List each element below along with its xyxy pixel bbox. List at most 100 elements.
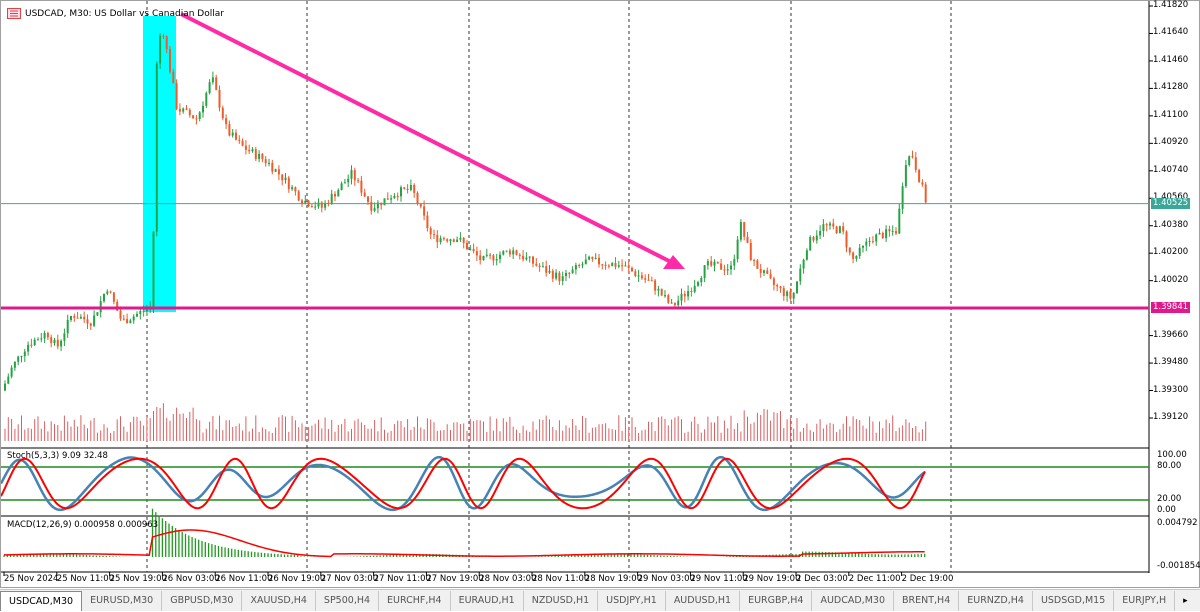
candle-body — [367, 196, 369, 202]
candle-body — [495, 259, 498, 261]
chart-canvas[interactable] — [1, 1, 1200, 589]
candle-body — [228, 124, 231, 136]
candle-body — [551, 270, 554, 279]
candle-body — [888, 229, 891, 232]
macd-signal-line — [3, 529, 925, 558]
candle-body — [687, 291, 690, 297]
candle-body — [578, 265, 581, 267]
candle-body — [231, 132, 234, 136]
chart-window-icon — [7, 8, 21, 19]
tab-audcad-m30[interactable]: AUDCAD,M30 — [812, 590, 894, 611]
tab-gbpusd-m30[interactable]: GBPUSD,M30 — [162, 590, 243, 611]
candle-body — [878, 232, 881, 235]
candle-body — [264, 159, 267, 164]
candle-body — [607, 265, 610, 267]
tab-xauusd-h4[interactable]: XAUUSD,H4 — [242, 590, 316, 611]
candle-body — [271, 162, 274, 172]
tab-eurusd-m30[interactable]: EURUSD,M30 — [82, 590, 163, 611]
candle-body — [426, 215, 429, 229]
candle-body — [439, 238, 442, 243]
candle-body — [588, 256, 591, 260]
candle-body — [512, 250, 515, 255]
candle-body — [142, 311, 145, 313]
candle-body — [598, 257, 600, 265]
candle-body — [363, 192, 366, 197]
stoch-axis-label: 100.00 — [1157, 450, 1187, 460]
candle-body — [624, 265, 627, 267]
tab-usdcad-m30[interactable]: USDCAD,M30 — [0, 590, 83, 611]
tab-brent-h4[interactable]: BRENT,H4 — [894, 590, 960, 611]
tab-usdsgd-m15[interactable]: USDSGD,M15 — [1033, 590, 1115, 611]
candle-body — [571, 269, 574, 274]
tab-sp500-h4[interactable]: SP500,H4 — [316, 590, 380, 611]
tab-usdjpy-h1[interactable]: USDJPY,H1 — [598, 590, 666, 611]
candle-body — [921, 182, 924, 185]
candle-body — [875, 234, 878, 242]
candle-body — [452, 239, 455, 242]
candle-body — [244, 145, 247, 150]
candle-body — [538, 265, 541, 267]
price-tick-label: 1.40920 — [1153, 137, 1189, 148]
candle-body — [657, 288, 660, 291]
candle-body — [126, 318, 129, 324]
tab-euraud-h1[interactable]: EURAUD,H1 — [451, 590, 524, 611]
candle-body — [165, 36, 168, 50]
chart-tabs: USDCAD,M30 EURUSD,M30 GBPUSD,M30 XAUUSD,H4 S… — [0, 589, 1200, 611]
candle-body — [868, 241, 871, 243]
tab-eurnzd-h4[interactable]: EURNZD,H4 — [959, 590, 1033, 611]
candle-body — [20, 356, 23, 358]
candle-body — [63, 333, 66, 341]
candle-body — [254, 149, 257, 159]
candle-body — [314, 206, 317, 208]
chart-title: USDCAD, M30: US Dollar vs Canadian Dolla… — [7, 8, 224, 19]
candle-body — [155, 63, 158, 232]
candle-body — [462, 237, 465, 243]
candle-body — [545, 266, 548, 273]
candle-body — [673, 302, 676, 306]
candle-body — [720, 263, 723, 270]
tab-eurchf-h4[interactable]: EURCHF,H4 — [379, 590, 451, 611]
candle-body — [766, 270, 769, 274]
candle-body — [885, 229, 888, 239]
tab-audusd-h1[interactable]: AUDUSD,H1 — [666, 590, 741, 611]
candle-body — [475, 251, 478, 256]
candle-body — [660, 288, 663, 296]
candle-body — [225, 118, 228, 125]
candle-body — [172, 71, 175, 84]
candle-body — [291, 187, 294, 190]
price-tick-label: 1.41640 — [1153, 27, 1189, 38]
candle-body — [515, 250, 518, 255]
candle-body — [343, 182, 346, 184]
candle-body — [396, 196, 399, 198]
candle-body — [700, 277, 703, 283]
candle-body — [27, 344, 30, 352]
candle-body — [433, 234, 435, 236]
candle-body — [532, 256, 534, 264]
candle-body — [46, 333, 49, 338]
candle-body — [904, 165, 907, 187]
candle-body — [403, 187, 406, 189]
candle-body — [83, 316, 86, 320]
candle-body — [469, 248, 472, 250]
candle-body — [93, 315, 96, 326]
price-tick-label: 1.40380 — [1153, 219, 1189, 230]
tab-nzdusd-h1[interactable]: NZDUSD,H1 — [524, 590, 599, 611]
chevron-right-icon[interactable]: ▸ — [1183, 596, 1188, 606]
candle-body — [561, 276, 564, 282]
candle-body — [248, 149, 251, 152]
candle-body — [132, 316, 135, 321]
tab-eurjpy-h[interactable]: EURJPY,H — [1114, 590, 1176, 611]
candle-body — [654, 280, 657, 291]
candle-body — [852, 252, 855, 259]
chart-window[interactable]: USDCAD, M30: US Dollar vs Canadian Dolla… — [0, 0, 1200, 588]
tab-eurgbp-h4[interactable]: EURGBP,H4 — [740, 590, 813, 611]
candle-body — [528, 256, 531, 258]
candle-body — [822, 224, 825, 231]
stoch-axis-label: 80.00 — [1157, 461, 1182, 471]
price-tick-label: 1.40200 — [1153, 247, 1189, 258]
candle-body — [786, 291, 789, 297]
candle-body — [482, 255, 485, 261]
candle-body — [918, 169, 921, 183]
candle-body — [749, 242, 752, 261]
candle-body — [895, 231, 897, 234]
